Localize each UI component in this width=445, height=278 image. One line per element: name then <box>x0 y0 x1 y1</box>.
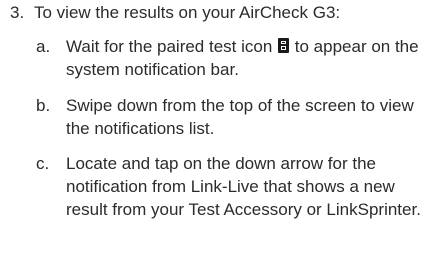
substep-text: Locate and tap on the down arrow for the… <box>66 154 421 219</box>
substep-letter: b. <box>36 96 51 115</box>
substep-text: Swipe down from the top of the screen to… <box>66 96 414 138</box>
step-text: To view the results on your AirCheck G3: <box>34 3 341 22</box>
step-heading: 3. To view the results on your AirCheck G… <box>10 1 340 24</box>
step-number: 3. <box>10 3 25 22</box>
substep-letter: a. <box>36 37 51 56</box>
substep-text: Wait for the paired test icon to appear … <box>66 35 436 81</box>
substep-a: a. Wait for the paired test icon to appe… <box>36 35 436 81</box>
substep-c: c. Locate and tap on the down arrow for … <box>36 152 436 221</box>
substep-b: b. Swipe down from the top of the screen… <box>36 94 436 140</box>
paired-test-icon <box>278 38 290 53</box>
substep-letter: c. <box>36 154 50 173</box>
substep-text-part: Wait for the paired test icon <box>66 37 273 56</box>
